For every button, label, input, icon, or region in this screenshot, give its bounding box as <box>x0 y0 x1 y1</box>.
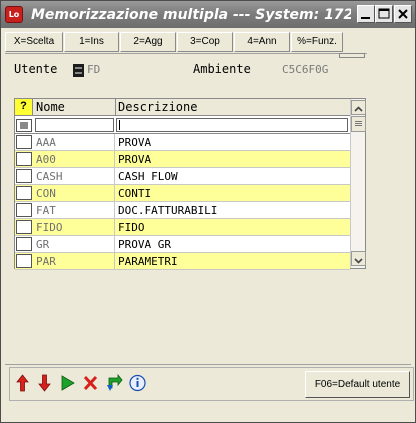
main-window: Lo Memorizzazione multipla --- System: 1… <box>0 0 416 423</box>
data-grid: ? Nome Descrizione AAA PROVA A00 PROVA C… <box>14 98 366 270</box>
function-key-bar: X=Scelta 1=Ins 2=Agg 3=Cop 4=Ann %=Funz. <box>5 32 345 52</box>
text-caret <box>119 120 120 130</box>
row-checkbox[interactable] <box>16 169 32 183</box>
scroll-thumb[interactable] <box>351 116 366 132</box>
close-button[interactable] <box>394 5 412 23</box>
refresh-button[interactable] <box>104 372 123 394</box>
new-entry-row <box>15 117 350 134</box>
move-down-button[interactable] <box>35 372 54 394</box>
row-checkbox[interactable] <box>16 186 32 200</box>
new-code-input[interactable] <box>35 118 114 132</box>
refresh-icon <box>107 373 123 391</box>
new-description-input[interactable] <box>116 118 348 132</box>
arrow-down-icon <box>38 374 51 392</box>
info-button[interactable] <box>128 372 147 394</box>
row-checkbox[interactable] <box>16 254 32 268</box>
divider <box>5 53 367 54</box>
row-checkbox[interactable] <box>16 220 32 234</box>
row-code: CASH <box>35 168 115 185</box>
table-row[interactable]: AAA PROVA <box>15 134 350 151</box>
table-row[interactable]: PAR PARAMETRI <box>15 253 350 270</box>
table-row[interactable]: CASH CASH FLOW <box>15 168 350 185</box>
execute-button[interactable] <box>58 372 77 394</box>
row-code: CON <box>35 185 115 202</box>
row-checkbox[interactable] <box>16 203 32 217</box>
footer-divider <box>5 364 411 365</box>
table-row[interactable]: A00 PROVA <box>15 151 350 168</box>
row-code: FAT <box>35 202 115 219</box>
fkey-ins[interactable]: 1=Ins <box>64 32 119 52</box>
utente-label: Utente <box>14 62 58 76</box>
fkey-scelta[interactable]: X=Scelta <box>5 32 63 52</box>
grid-rows: AAA PROVA A00 PROVA CASH CASH FLOW CON C… <box>15 134 350 270</box>
row-code: GR <box>35 236 115 253</box>
vertical-scrollbar[interactable] <box>350 99 366 268</box>
column-header-descrizione[interactable]: Descrizione <box>116 99 350 115</box>
table-row[interactable]: CON CONTI <box>15 185 350 202</box>
title-bar[interactable]: Lo Memorizzazione multipla --- System: 1… <box>1 1 415 28</box>
row-checkbox[interactable] <box>16 152 32 166</box>
row-checkbox[interactable] <box>16 135 32 149</box>
app-logo-icon: Lo <box>5 6 23 23</box>
row-description: PARAMETRI <box>118 255 178 268</box>
maximize-icon <box>378 8 390 19</box>
fkey-cop[interactable]: 3=Cop <box>177 32 233 52</box>
default-user-button[interactable]: F06=Default utente <box>305 371 410 398</box>
row-description: PROVA <box>118 136 152 149</box>
table-row[interactable]: GR PROVA GR <box>15 236 350 253</box>
scroll-up-button[interactable] <box>351 100 366 115</box>
table-row[interactable]: FIDO FIDO <box>15 219 350 236</box>
row-checkbox[interactable] <box>16 237 32 251</box>
maximize-button[interactable] <box>375 5 393 23</box>
row-code: A00 <box>35 151 115 168</box>
row-description: FIDO <box>118 221 145 234</box>
row-description: CONTI <box>118 187 152 200</box>
fkey-ann[interactable]: 4=Ann <box>234 32 290 52</box>
row-code: FIDO <box>35 219 115 236</box>
chevron-down-icon <box>354 258 363 264</box>
ambiente-value: C5C6F0G <box>282 63 329 76</box>
scroll-down-button[interactable] <box>351 251 366 266</box>
row-description: DOC.FATTURABILI <box>118 204 218 217</box>
move-up-button[interactable] <box>13 372 32 394</box>
row-code: AAA <box>35 134 115 151</box>
close-icon <box>398 9 408 19</box>
table-row[interactable]: FAT DOC.FATTURABILI <box>15 202 350 219</box>
arrow-up-icon <box>16 374 29 392</box>
play-icon <box>61 375 75 391</box>
window-title: Memorizzazione multipla --- System: 172.… <box>31 7 351 23</box>
resize-grip[interactable] <box>339 53 365 58</box>
utente-value: FD <box>87 63 101 76</box>
row-description: PROVA <box>118 153 152 166</box>
user-icon <box>73 64 84 77</box>
delete-icon <box>83 375 98 391</box>
column-header-nome[interactable]: Nome <box>34 99 116 115</box>
new-entry-selector[interactable] <box>16 119 32 132</box>
fkey-funz[interactable]: %=Funz. <box>291 32 343 52</box>
delete-button[interactable] <box>81 372 100 394</box>
select-all-marker[interactable]: ? <box>15 99 33 115</box>
row-code: PAR <box>35 253 115 270</box>
minimize-icon <box>361 17 370 19</box>
info-icon <box>129 374 146 392</box>
minimize-button[interactable] <box>357 5 375 23</box>
grid-header: ? Nome Descrizione <box>15 99 350 116</box>
row-description: PROVA GR <box>118 238 171 251</box>
ambiente-label: Ambiente <box>193 62 251 76</box>
chevron-up-icon <box>354 106 363 112</box>
fkey-agg[interactable]: 2=Agg <box>120 32 176 52</box>
row-description: CASH FLOW <box>118 170 178 183</box>
